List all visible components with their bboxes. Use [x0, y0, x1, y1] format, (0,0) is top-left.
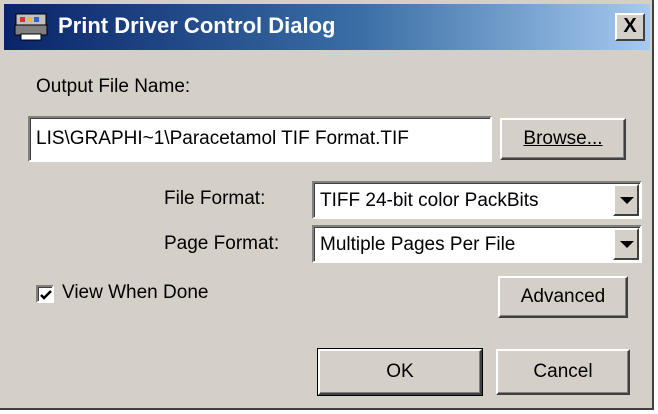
file-format-select[interactable]: TIFF 24-bit color PackBits	[312, 181, 642, 219]
chevron-down-icon[interactable]	[613, 184, 639, 216]
checkmark-icon	[40, 290, 52, 300]
ok-button-label: OK	[386, 361, 414, 382]
view-when-done-checkbox[interactable]	[36, 285, 54, 303]
file-format-value: TIFF 24-bit color PackBits	[320, 190, 539, 211]
output-file-label: Output File Name:	[36, 76, 191, 97]
cancel-button[interactable]: Cancel	[496, 349, 630, 395]
printer-icon	[14, 12, 48, 42]
page-format-value: Multiple Pages Per File	[320, 234, 516, 255]
page-format-select[interactable]: Multiple Pages Per File	[312, 225, 642, 263]
page-format-label: Page Format:	[164, 233, 280, 254]
view-when-done-label: View When Done	[62, 282, 209, 303]
print-driver-dialog: Print Driver Control Dialog X Output Fil…	[0, 0, 654, 410]
browse-button[interactable]: Browse...	[500, 118, 626, 160]
ok-button[interactable]: OK	[317, 348, 483, 396]
cancel-button-label: Cancel	[533, 361, 593, 382]
close-button[interactable]: X	[615, 13, 645, 41]
title-bar[interactable]: Print Driver Control Dialog X	[4, 4, 650, 50]
chevron-down-icon[interactable]	[613, 228, 639, 260]
browse-button-label: Browse...	[523, 128, 603, 149]
file-format-label: File Format:	[164, 188, 266, 209]
close-icon: X	[623, 15, 637, 37]
output-file-input[interactable]: LIS\GRAPHI~1\Paracetamol TIF Format.TIF	[28, 116, 492, 162]
window-title: Print Driver Control Dialog	[58, 13, 336, 38]
advanced-button-label: Advanced	[520, 286, 606, 307]
advanced-button[interactable]: Advanced	[498, 276, 628, 318]
